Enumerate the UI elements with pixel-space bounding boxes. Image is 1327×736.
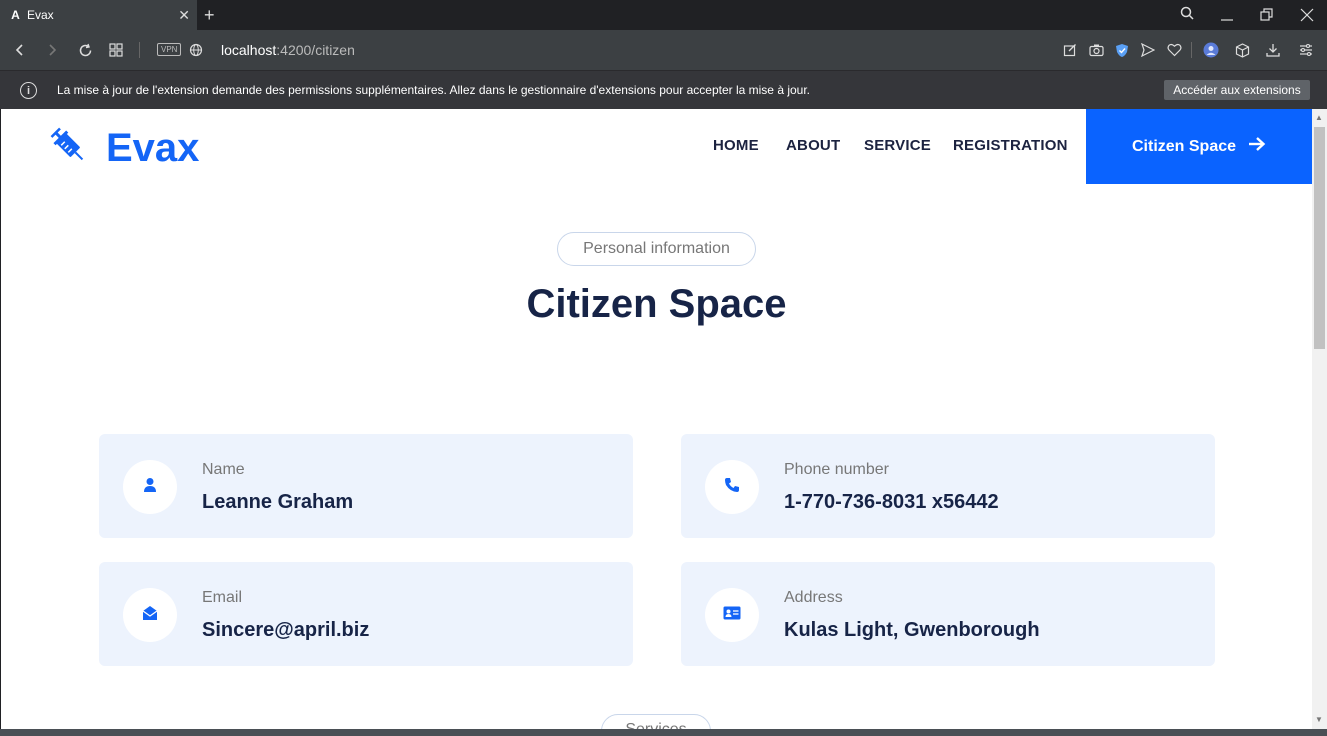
- info-card-address: Address Kulas Light, Gwenborough: [681, 562, 1215, 666]
- info-card-email: Email Sincere@april.biz: [99, 562, 633, 666]
- send-icon[interactable]: [1139, 41, 1157, 59]
- phone-icon: [724, 477, 740, 498]
- scroll-up-icon[interactable]: ▲: [1315, 113, 1323, 122]
- angular-favicon-icon: A: [11, 8, 20, 22]
- info-icon: i: [20, 82, 37, 99]
- browser-toolbar: VPN localhost:4200/citizen: [0, 30, 1327, 70]
- page-scrollbar[interactable]: ▲ ▼: [1312, 109, 1327, 729]
- cta-label: Citizen Space: [1131, 137, 1237, 155]
- envelope-icon: [142, 605, 158, 626]
- nav-about[interactable]: ABOUT: [786, 137, 840, 154]
- os-taskbar: [0, 729, 1327, 736]
- profile-avatar-icon[interactable]: [1202, 41, 1220, 59]
- scrollbar-thumb[interactable]: [1314, 127, 1325, 349]
- speed-dial-icon[interactable]: [107, 41, 125, 59]
- search-tabs-icon[interactable]: [1180, 6, 1194, 20]
- reload-icon[interactable]: [76, 41, 94, 59]
- info-card-phone: Phone number 1-770-736-8031 x56442: [681, 434, 1215, 538]
- heart-icon[interactable]: [1165, 41, 1183, 59]
- tab-bar: A Evax ✕ +: [0, 0, 1327, 30]
- globe-icon[interactable]: [187, 41, 205, 59]
- tab-close-icon[interactable]: ✕: [178, 7, 190, 24]
- browser-tab[interactable]: A Evax ✕: [0, 0, 197, 30]
- icon-circle: [123, 460, 177, 514]
- forward-icon[interactable]: [43, 41, 61, 59]
- card-value: Sincere@april.biz: [202, 619, 370, 641]
- card-value: 1-770-736-8031 x56442: [784, 491, 999, 513]
- toolbar-divider: [1191, 42, 1192, 58]
- camera-icon[interactable]: [1087, 41, 1105, 59]
- user-icon: [143, 477, 157, 498]
- minimize-icon[interactable]: [1220, 8, 1234, 22]
- section-subtitle-pill: Personal information: [557, 232, 756, 266]
- snapshot-edit-icon[interactable]: [1061, 41, 1079, 59]
- infobar-message: La mise à jour de l'extension demande de…: [57, 83, 811, 97]
- extensions-cube-icon[interactable]: [1233, 41, 1251, 59]
- address-card-icon: [723, 606, 741, 625]
- tab-title: Evax: [27, 8, 54, 22]
- nav-service[interactable]: SERVICE: [864, 137, 931, 154]
- arrow-right-icon: [1248, 136, 1266, 157]
- adblock-shield-icon[interactable]: [1113, 41, 1131, 59]
- nav-registration[interactable]: REGISTRATION: [953, 137, 1068, 154]
- card-label: Email: [202, 589, 243, 606]
- syringe-icon: [48, 125, 90, 172]
- citizen-space-button[interactable]: Citizen Space: [1086, 109, 1312, 184]
- card-label: Name: [202, 461, 245, 478]
- new-tab-icon[interactable]: +: [204, 5, 215, 26]
- card-label: Phone number: [784, 461, 889, 478]
- download-icon[interactable]: [1264, 41, 1282, 59]
- url-host: localhost: [221, 42, 277, 58]
- page-viewport: Evax HOME ABOUT SERVICE REGISTRATION Cit…: [1, 109, 1312, 729]
- toolbar-divider: [139, 42, 140, 58]
- nav-home[interactable]: HOME: [713, 137, 759, 154]
- back-icon[interactable]: [11, 41, 29, 59]
- address-bar[interactable]: localhost:4200/citizen: [221, 42, 355, 58]
- card-value: Leanne Graham: [202, 491, 354, 513]
- page-title: Citizen Space: [526, 282, 787, 326]
- brand-name: Evax: [106, 126, 200, 170]
- open-extensions-button[interactable]: Accéder aux extensions: [1164, 80, 1310, 100]
- site-logo[interactable]: Evax: [48, 125, 199, 172]
- close-window-icon[interactable]: [1300, 8, 1314, 22]
- easy-setup-menu-icon[interactable]: [1297, 41, 1315, 59]
- restore-icon[interactable]: [1260, 8, 1274, 22]
- info-card-name: Name Leanne Graham: [99, 434, 633, 538]
- scroll-down-icon[interactable]: ▼: [1315, 715, 1323, 724]
- icon-circle: [705, 588, 759, 642]
- extension-info-bar: i La mise à jour de l'extension demande …: [0, 70, 1327, 109]
- icon-circle: [705, 460, 759, 514]
- services-section-pill: Services: [601, 714, 711, 729]
- icon-circle: [123, 588, 177, 642]
- vpn-badge[interactable]: VPN: [157, 43, 182, 56]
- card-label: Address: [784, 589, 843, 606]
- url-path: :4200/citizen: [276, 42, 355, 58]
- card-value: Kulas Light, Gwenborough: [784, 619, 1040, 641]
